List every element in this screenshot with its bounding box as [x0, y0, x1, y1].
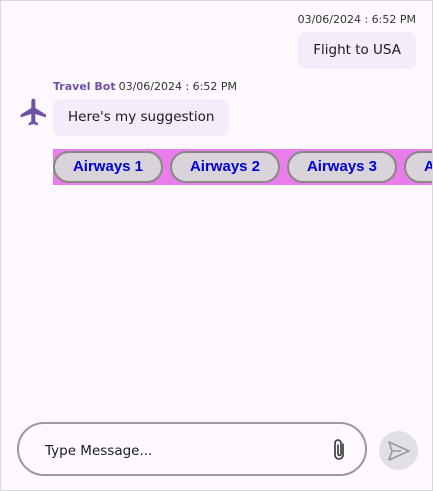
chat-window: 03/06/2024 : 6:52 PM Flight to USA Trave… [0, 0, 433, 491]
incoming-message-bubble: Here's my suggestion [53, 99, 230, 136]
message-input-container [17, 422, 367, 476]
message-header: Travel Bot 03/06/2024 : 6:52 PM [53, 80, 237, 94]
suggestion-chip[interactable]: Airways 1 [53, 151, 163, 183]
suggestions-bar: Airways 1 Airways 2 Airways 3 Airways 4 [53, 149, 432, 185]
outgoing-message-bubble: Flight to USA [298, 32, 416, 69]
paperclip-icon[interactable] [329, 438, 351, 462]
suggestion-chip[interactable]: Airways 2 [170, 151, 280, 183]
suggestion-chip[interactable]: Airways 4 [404, 151, 432, 183]
suggestion-chip[interactable]: Airways 3 [287, 151, 397, 183]
message-input[interactable] [43, 438, 317, 464]
send-button[interactable] [379, 431, 418, 470]
send-icon [388, 441, 410, 461]
outgoing-timestamp: 03/06/2024 : 6:52 PM [297, 13, 416, 26]
author-name: Travel Bot [53, 80, 116, 93]
incoming-timestamp: 03/06/2024 : 6:52 PM [118, 80, 237, 93]
airplane-icon [18, 96, 50, 128]
